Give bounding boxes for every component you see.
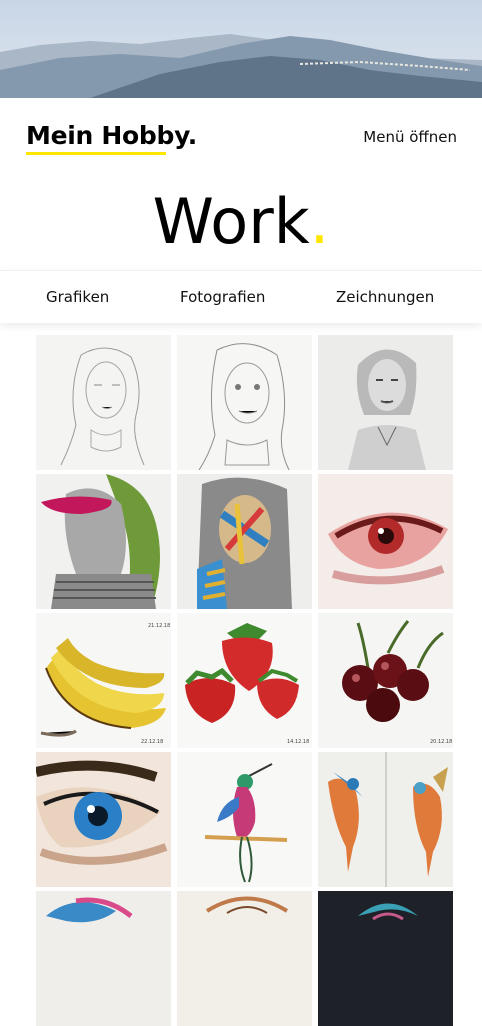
gallery-item-blue-eye-painting[interactable]: [36, 752, 171, 887]
gallery-item-pencil-sketch-woman-1[interactable]: [36, 335, 171, 470]
gallery-item-pencil-sketch-woman-2[interactable]: [177, 335, 312, 470]
date-label: 21.12.18: [148, 623, 170, 629]
gallery-item-flower-painting[interactable]: [36, 891, 171, 1026]
tab-fotografien[interactable]: Fotografien: [180, 288, 265, 306]
date-label: 22.12.18: [141, 739, 163, 745]
gallery-item-pencil-portrait-woman[interactable]: [318, 335, 453, 470]
tab-grafiken[interactable]: Grafiken: [46, 288, 109, 306]
tab-zeichnungen[interactable]: Zeichnungen: [336, 288, 434, 306]
gallery-item-face-sketch-color[interactable]: [177, 891, 312, 1026]
hero-image: [0, 0, 482, 98]
gallery-item-two-birds-painting[interactable]: [318, 752, 453, 887]
date-label: 20.12.18: [430, 739, 452, 745]
open-menu-button[interactable]: Menü öffnen: [363, 128, 457, 146]
gallery-item-bananas-painting[interactable]: 21.12.18 22.12.18: [36, 613, 171, 748]
logo-underline: [26, 152, 166, 155]
gallery-item-cherries-painting[interactable]: 20.12.18: [318, 613, 453, 748]
page-title-text: Work: [152, 185, 310, 258]
site-logo[interactable]: Mein Hobby.: [26, 120, 197, 152]
gallery-item-dark-blue-painting[interactable]: [318, 891, 453, 1026]
logo-text: Mein Hobby: [26, 121, 188, 150]
logo-dot: .: [187, 121, 198, 150]
date-label: 14.12.18: [287, 739, 309, 745]
gallery-item-hummingbird-painting[interactable]: [177, 752, 312, 887]
category-tabs: Grafiken Fotografien Zeichnungen: [0, 270, 482, 323]
gallery-item-strawberries-painting[interactable]: 14.12.18: [177, 613, 312, 748]
page-title-dot: .: [309, 185, 330, 258]
gallery-item-painted-eye-red[interactable]: [318, 474, 453, 609]
page-title: Work.: [0, 184, 482, 260]
gallery-item-sketch-girl-pink-paint[interactable]: [36, 474, 171, 609]
gallery-item-colorful-face-drawing[interactable]: [177, 474, 312, 609]
